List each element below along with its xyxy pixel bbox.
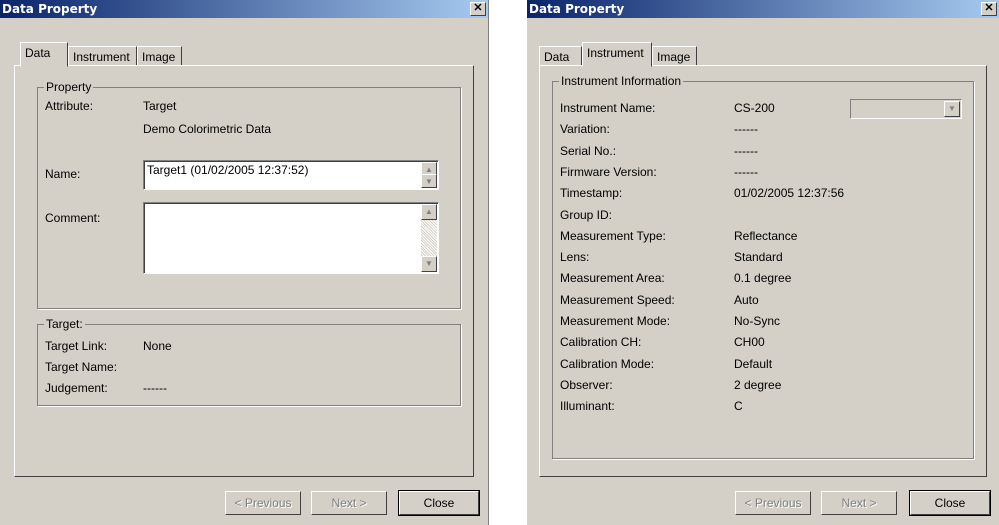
instrument-row-label: Lens: [560,250,590,265]
instrument-row-value: 2 degree [734,377,782,392]
tab-strip: Data Instrument Image [527,42,999,67]
close-x-icon[interactable]: ✕ [470,2,486,16]
data-property-dialog-left: Data Property ✕ Data Instrument Image Pr… [0,0,489,525]
instrument-row-value: CH00 [734,335,765,350]
instrument-row-value: Reflectance [734,228,798,243]
chevron-down-icon[interactable]: ▼ [944,101,960,117]
next-button[interactable]: Next > [311,491,387,515]
instrument-row-label: Serial No.: [560,143,617,158]
target-link-value: None [143,339,172,353]
instrument-info-group: Instrument Information [552,74,974,459]
dialog-title: Data Property [529,2,625,16]
instrument-row-label: Timestamp: [560,186,623,201]
name-field[interactable]: Target1 (01/02/2005 12:37:52) ▲ ▼ [143,160,439,190]
instrument-row-value: Default [734,356,773,371]
judgement-value: ------ [143,381,167,395]
instrument-row-value: Standard [734,250,783,265]
judgement-label: Judgement: [45,381,108,395]
close-button[interactable]: Close [398,490,480,516]
comment-scrollbar[interactable]: ▲ ▼ [421,204,437,272]
close-x-icon[interactable]: ✕ [981,2,997,16]
instrument-row-label: Measurement Mode: [560,314,671,328]
instrument-row-label: Firmware Version: [560,164,657,179]
instrument-row-label: Variation: [560,122,610,137]
name-label: Name: [45,167,81,181]
tab-instrument[interactable]: Instrument [582,42,652,67]
instrument-row-value: No-Sync [734,314,781,328]
tab-image[interactable]: Image [137,46,182,66]
instrument-row-label: Measurement Type: [560,228,666,243]
tab-data[interactable]: Data [20,42,68,67]
target-legend: Target: [44,317,85,331]
title-bar[interactable]: Data Property ✕ [0,0,488,18]
dialog-title: Data Property [2,2,98,16]
instrument-row-value: 0.1 degree [734,271,792,286]
instrument-row-value: ------ [734,122,758,137]
tab-instrument[interactable]: Instrument [68,46,137,66]
property-legend: Property [44,80,94,94]
data-property-dialog-right: Data Property ✕ Data Instrument Image In… [527,0,999,525]
instrument-row-value: CS-200 [734,101,775,115]
close-button[interactable]: Close [909,490,991,516]
instrument-row-value: ------ [734,164,758,179]
previous-button[interactable]: < Previous [735,491,811,515]
instrument-row-value: Auto [734,292,759,307]
name-scrollbar[interactable]: ▲ ▼ [421,162,437,188]
target-link-label: Target Link: [45,339,108,353]
instrument-select[interactable]: ▼ [850,99,962,119]
property-group: Property [37,80,461,309]
attribute-value: Target [143,99,177,113]
comment-field[interactable]: ▲ ▼ [143,202,439,274]
instrument-row-value: ------ [734,143,758,158]
instrument-row-label: Calibration CH: [560,335,642,350]
instrument-row-label: Observer: [560,377,613,392]
instrument-row-label: Measurement Area: [560,271,665,286]
scroll-down-icon[interactable]: ▼ [421,174,437,188]
tab-strip: Data Instrument Image [0,42,488,67]
previous-button[interactable]: < Previous [225,491,301,515]
instrument-row-value: C [734,399,743,414]
instrument-row-value: 01/02/2005 12:37:56 [734,186,845,201]
tab-image[interactable]: Image [652,46,697,66]
instrument-row-label: Measurement Speed: [560,292,675,307]
attribute-label: Attribute: [45,99,94,113]
tab-data[interactable]: Data [539,46,582,66]
comment-label: Comment: [45,211,101,225]
instrument-row-label: Illuminant: [560,399,615,414]
name-value: Target1 (01/02/2005 12:37:52) [147,163,309,177]
title-bar[interactable]: Data Property ✕ [527,0,999,18]
tab-panel-instrument: Instrument Information Instrument Name: C… [539,65,987,477]
target-name-label: Target Name: [45,360,118,374]
attribute-sub: Demo Colorimetric Data [143,122,272,136]
scroll-up-icon[interactable]: ▲ [421,204,437,220]
scroll-down-icon[interactable]: ▼ [421,256,437,272]
instrument-info-legend: Instrument Information [559,74,684,88]
instrument-row-label: Group ID: [560,207,613,222]
instrument-row-label: Calibration Mode: [560,356,655,371]
tab-panel-data: Property Attribute: Target Demo Colorime… [14,65,474,477]
instrument-row-label: Instrument Name: [560,101,656,115]
next-button[interactable]: Next > [821,491,897,515]
